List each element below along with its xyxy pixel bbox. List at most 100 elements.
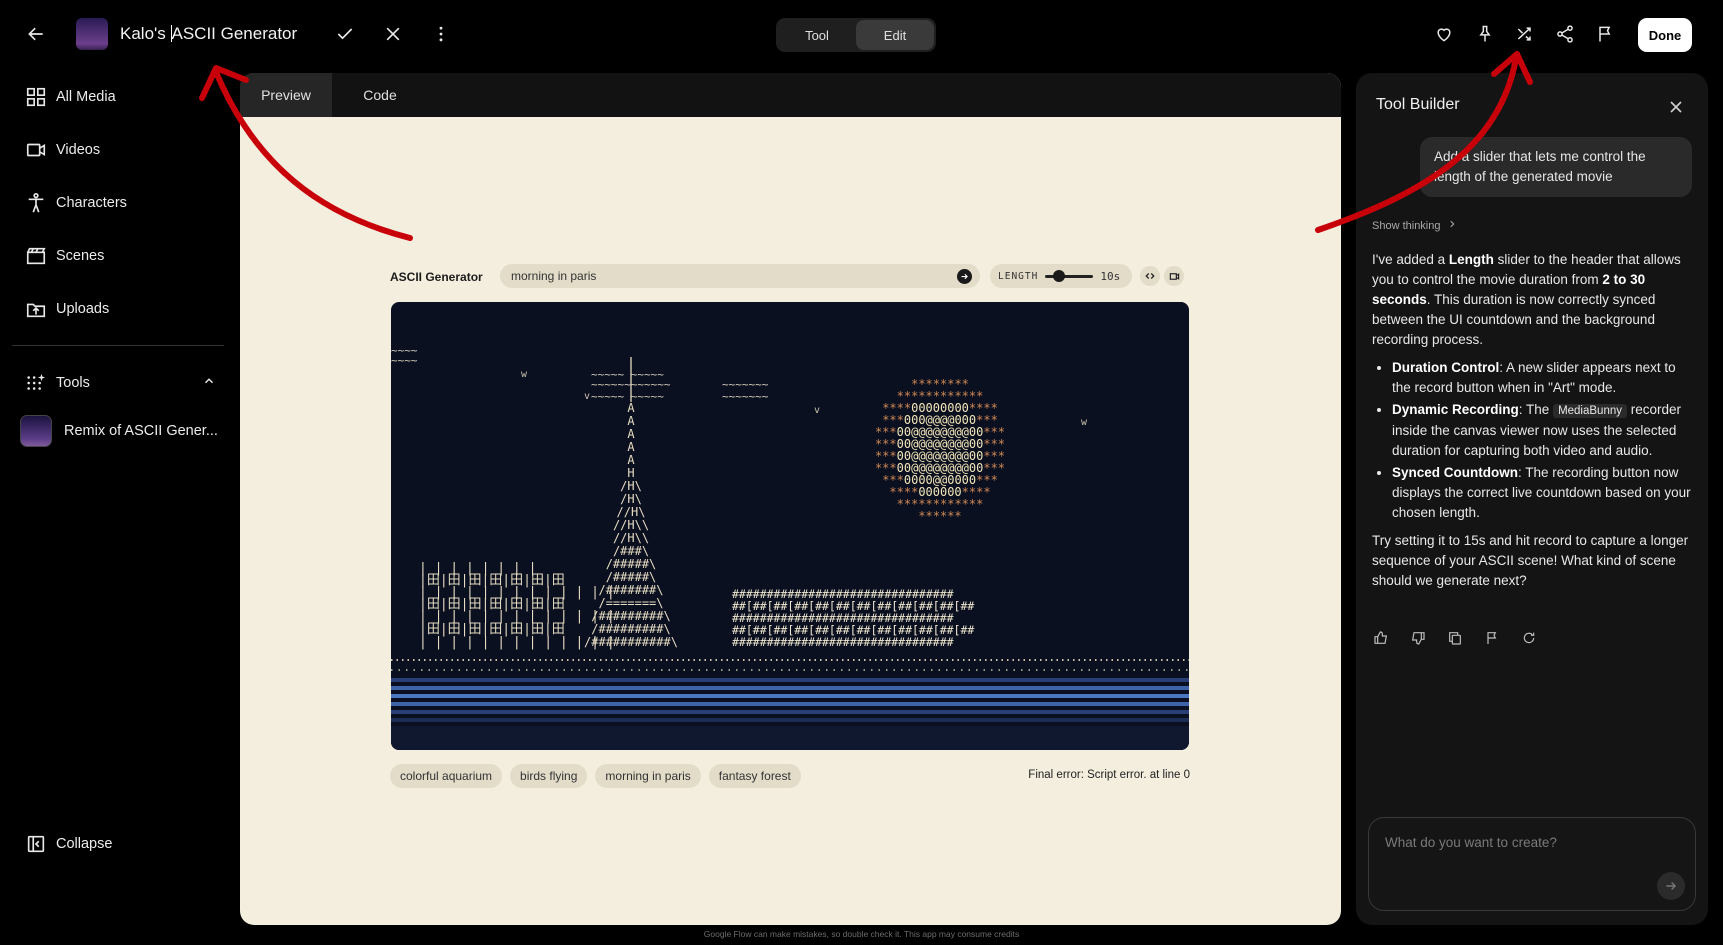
sidebar-item-videos[interactable]: Videos — [16, 130, 226, 170]
copy-icon[interactable] — [1446, 629, 1464, 647]
sidebar-divider — [12, 345, 224, 346]
svg-text:~~~~~~~: ~~~~~~~ — [722, 390, 769, 403]
title-text-start: Kalo's — [120, 24, 171, 43]
ascii-water — [391, 659, 1189, 750]
ascii-app-header: ASCII Generator morning in paris LENGTH … — [390, 264, 1190, 290]
collapse-sidebar-icon — [16, 833, 56, 855]
svg-text:/H\: /H\ — [620, 492, 642, 506]
sidebar-item-label: Characters — [56, 195, 127, 211]
share-icon[interactable] — [1547, 16, 1583, 52]
length-value: 10s — [1100, 269, 1121, 283]
reply-bullets: Duration Control: A new slider appears n… — [1372, 358, 1694, 523]
chip-suggestion[interactable]: morning in paris — [595, 764, 701, 788]
sidebar-item-all-media[interactable]: All Media — [16, 77, 226, 117]
reply-intro: I've added a Length slider to the header… — [1372, 250, 1694, 350]
cancel-close-icon[interactable] — [375, 16, 411, 52]
bullet-title: Duration Control — [1392, 360, 1500, 375]
chip-suggestion[interactable]: colorful aquarium — [390, 764, 503, 788]
submit-arrow-icon[interactable] — [957, 269, 972, 284]
prompt-value: morning in paris — [511, 269, 597, 283]
collapse-button[interactable]: Collapse — [16, 824, 226, 864]
heart-icon[interactable] — [1426, 16, 1462, 52]
app-title-input[interactable]: Kalo's ASCII Generator — [120, 24, 297, 44]
video-icon — [16, 139, 56, 161]
svg-text:/#########\: /#########\ — [591, 622, 670, 636]
length-slider-control: LENGTH 10s — [990, 264, 1132, 288]
sidebar-item-label: Scenes — [56, 248, 105, 264]
chip-suggestion[interactable]: birds flying — [510, 764, 588, 788]
reply-text: I've added a — [1372, 252, 1449, 267]
tab-preview[interactable]: Preview — [240, 73, 332, 117]
error-message: Final error: Script error. at line 0 — [1028, 769, 1190, 781]
footer-disclaimer: Google Flow can make mistakes, so double… — [703, 929, 1020, 939]
collapse-label: Collapse — [56, 836, 113, 852]
suggestion-chips: colorful aquarium birds flying morning i… — [390, 764, 801, 788]
reply-bullet: Dynamic Recording: The MediaBunny record… — [1392, 400, 1694, 461]
prompt-input[interactable]: morning in paris — [500, 264, 980, 288]
svg-text://H\\: //H\\ — [613, 518, 649, 532]
more-vert-icon[interactable] — [423, 16, 459, 52]
svg-text:A: A — [627, 440, 635, 454]
show-thinking-toggle[interactable]: Show thinking — [1372, 219, 1457, 232]
redo-icon[interactable] — [1520, 629, 1538, 647]
svg-text:/#####\: /#####\ — [606, 557, 657, 571]
confirm-check-icon[interactable] — [327, 16, 363, 52]
tab-edit[interactable]: Edit — [856, 20, 934, 50]
svg-text:v: v — [584, 391, 590, 402]
reply-bold: Length — [1448, 252, 1494, 267]
upload-icon — [16, 298, 56, 320]
grid-icon — [16, 86, 56, 108]
sidebar-item-scenes[interactable]: Scenes — [16, 236, 226, 276]
svg-text:v: v — [814, 405, 820, 416]
assistant-reply: I've added a Length slider to the header… — [1372, 250, 1694, 599]
svg-text:| | | | | | | | | | | | |: | | | | | | | | | | | | | — [419, 635, 615, 650]
back-arrow-icon[interactable] — [18, 16, 54, 52]
sidebar-item-remix[interactable]: Remix of ASCII Gener... — [16, 411, 226, 451]
sidebar: All Media Videos Characters Scenes Uploa… — [0, 70, 236, 945]
tab-code[interactable]: Code — [332, 73, 428, 117]
svg-text:A: A — [627, 401, 635, 415]
close-panel-icon[interactable] — [1658, 89, 1694, 125]
sidebar-item-characters[interactable]: Characters — [16, 183, 226, 223]
length-slider[interactable] — [1045, 269, 1094, 282]
sidebar-item-uploads[interactable]: Uploads — [16, 289, 226, 329]
code-brackets-icon[interactable] — [1140, 266, 1160, 286]
flag-icon[interactable] — [1483, 629, 1501, 647]
record-video-icon[interactable] — [1164, 266, 1184, 286]
clapperboard-icon — [16, 245, 56, 267]
tools-label: Tools — [56, 375, 90, 391]
svg-text:##############################: ################################ — [732, 635, 954, 649]
svg-text:A: A — [627, 427, 635, 441]
sidebar-tools-toggle[interactable]: Tools — [16, 363, 226, 403]
length-slider-thumb[interactable] — [1053, 269, 1066, 282]
send-arrow-icon[interactable] — [1657, 872, 1685, 900]
tool-builder-panel: Tool Builder Add a slider that lets me c… — [1356, 73, 1708, 925]
chip-suggestion[interactable]: fantasy forest — [708, 764, 801, 788]
bullet-title: Synced Countdown — [1392, 465, 1518, 480]
svg-text:/H\: /H\ — [620, 479, 642, 493]
flag-icon[interactable] — [1587, 16, 1623, 52]
shuffle-icon[interactable] — [1507, 16, 1543, 52]
sidebar-item-label: All Media — [56, 89, 116, 105]
svg-text:w: w — [521, 369, 528, 380]
compose-placeholder: What do you want to create? — [1385, 835, 1557, 850]
tab-tool[interactable]: Tool — [778, 20, 856, 50]
thumbs-down-icon[interactable] — [1409, 629, 1427, 647]
mode-toggle: Tool Edit — [776, 18, 936, 52]
compose-box[interactable]: What do you want to create? — [1368, 817, 1696, 911]
pin-icon[interactable] — [1467, 16, 1503, 52]
show-thinking-label: Show thinking — [1372, 219, 1441, 232]
bullet-text: : The — [1518, 402, 1554, 417]
svg-text://H\: //H\ — [617, 505, 646, 519]
ascii-buildings: |田|田|田|田|田|田|田 |田|田|田|田|田|田|田 |田|田|田|田|田… — [419, 561, 615, 650]
svg-text:A: A — [627, 453, 635, 467]
inline-code: MediaBunny — [1553, 404, 1627, 418]
done-button[interactable]: Done — [1638, 18, 1692, 52]
reply-bullet: Synced Countdown: The recording button n… — [1392, 463, 1694, 523]
title-text-end: ASCII Generator — [171, 24, 298, 43]
thumbs-up-icon[interactable] — [1372, 629, 1390, 647]
person-icon — [16, 192, 56, 214]
reply-bullet: Duration Control: A new slider appears n… — [1392, 358, 1694, 398]
svg-text:A: A — [627, 414, 635, 428]
ascii-app-title: ASCII Generator — [390, 270, 483, 284]
